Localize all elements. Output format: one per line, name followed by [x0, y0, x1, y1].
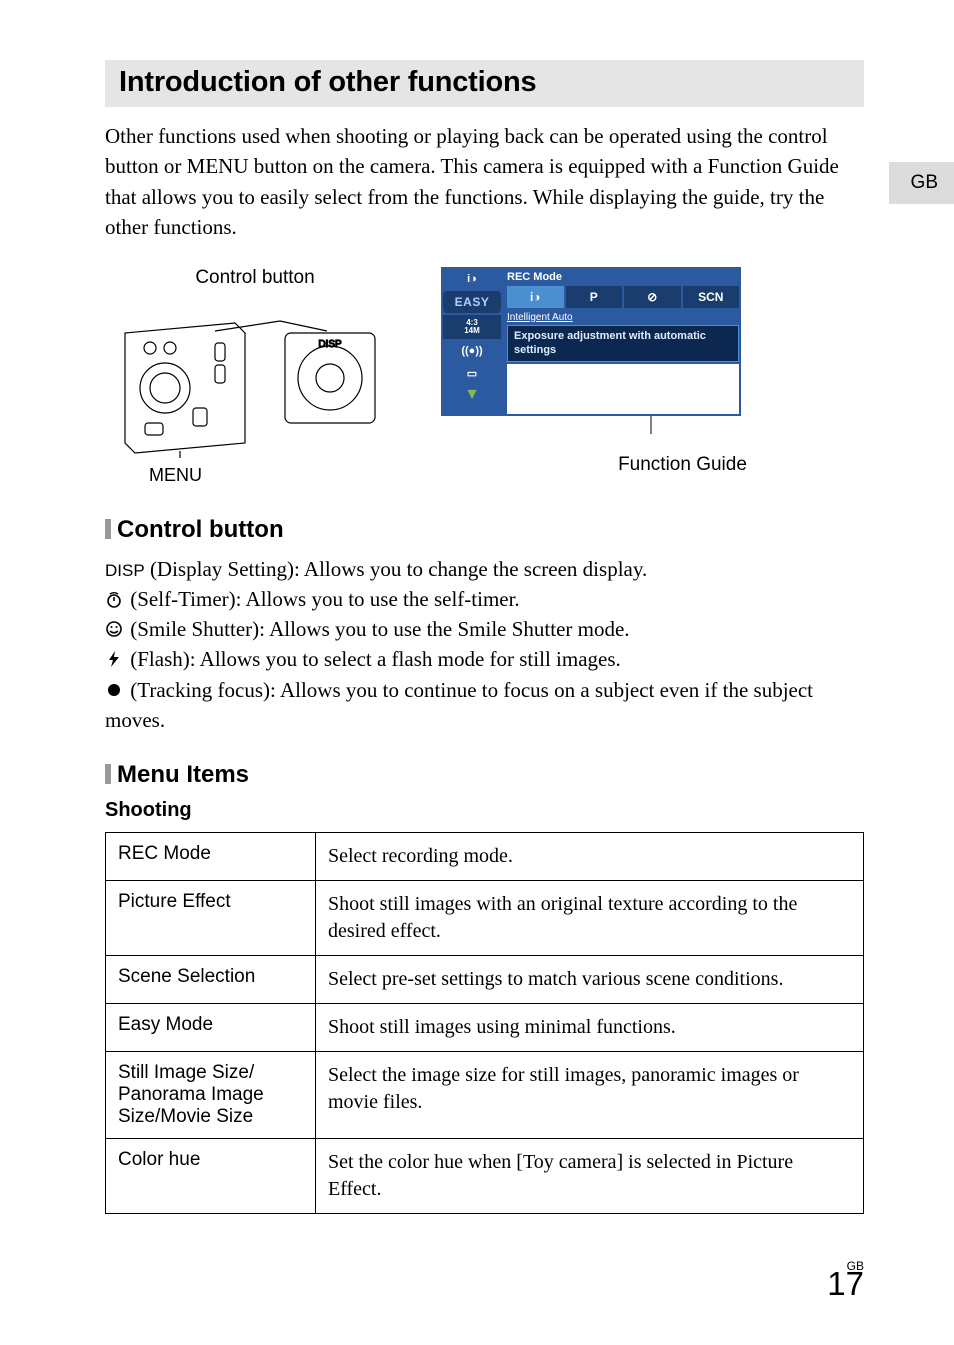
smile-shutter-icon: [105, 620, 123, 638]
table-row: Color hueSet the color hue when [Toy cam…: [106, 1139, 864, 1214]
table-row: Scene SelectionSelect pre-set settings t…: [106, 956, 864, 1004]
side-ratio-icon: 4:314M: [443, 315, 501, 339]
table-row: Picture EffectShoot still images with an…: [106, 881, 864, 956]
cell-desc: Select the image size for still images, …: [316, 1052, 864, 1139]
intro-paragraph: Other functions used when shooting or pl…: [105, 121, 864, 243]
figure-camera: Control button: [105, 267, 405, 486]
cell-name: Easy Mode: [106, 1004, 316, 1052]
flash-line: (Flash): Allows you to select a flash mo…: [105, 644, 864, 674]
menu-table: REC ModeSelect recording mode. Picture E…: [105, 832, 864, 1214]
function-guide-label: Function Guide: [501, 454, 864, 476]
timer-line: (Self-Timer): Allows you to use the self…: [105, 584, 864, 614]
table-row: Easy ModeShoot still images using minima…: [106, 1004, 864, 1052]
flash-icon: [105, 650, 123, 668]
cell-desc: Set the color hue when [Toy camera] is s…: [316, 1139, 864, 1214]
cell-name: REC Mode: [106, 833, 316, 881]
side-easy-icon: EASY: [443, 291, 501, 313]
mode-noflash-icon: ⊘: [624, 286, 681, 308]
mode-row: i◑ P ⊘ SCN: [507, 286, 739, 308]
smile-line: (Smile Shutter): Allows you to use the S…: [105, 614, 864, 644]
menu-label: MENU: [149, 465, 405, 486]
cell-name: Still Image Size/ Panorama Image Size/Mo…: [106, 1052, 316, 1139]
side-single-icon: ▭: [443, 363, 501, 384]
mode-iauto-icon: i◑: [507, 286, 564, 308]
shooting-heading: Shooting: [105, 799, 864, 822]
figure-row: Control button: [105, 267, 864, 486]
cell-desc: Select recording mode.: [316, 833, 864, 881]
function-guide-text: Exposure adjustment with automatic setti…: [507, 325, 739, 363]
table-row: REC ModeSelect recording mode.: [106, 833, 864, 881]
self-timer-icon: [105, 590, 123, 608]
cell-name: Color hue: [106, 1139, 316, 1214]
heading-marker-icon: [105, 764, 111, 784]
rec-mode-title: REC Mode: [507, 269, 739, 286]
disp-label: DISP: [105, 561, 145, 580]
mode-p: P: [566, 286, 623, 308]
control-button-label: Control button: [105, 267, 405, 289]
mode-scn: SCN: [683, 286, 740, 308]
blank-area: [507, 364, 739, 414]
menu-items-heading: Menu Items: [105, 761, 864, 789]
page-number: GB 17: [827, 1261, 864, 1299]
title-bar: Introduction of other functions: [105, 60, 864, 107]
tracking-focus-icon: [105, 681, 123, 699]
figure-screen: i◑ EASY 4:314M ((●)) ▭ ▼ REC Mode i◑ P ⊘: [441, 267, 864, 486]
callout-line: [503, 416, 803, 436]
disp-line: DISP (Display Setting): Allows you to ch…: [105, 554, 864, 584]
cell-name: Scene Selection: [106, 956, 316, 1004]
menu-items-section: Menu Items Shooting REC ModeSelect recor…: [105, 761, 864, 1214]
cell-desc: Shoot still images with an original text…: [316, 881, 864, 956]
camera-diagram: DISP: [115, 293, 395, 458]
cell-desc: Shoot still images using minimal functio…: [316, 1004, 864, 1052]
rec-mode-screen: i◑ EASY 4:314M ((●)) ▭ ▼ REC Mode i◑ P ⊘: [441, 267, 741, 417]
intelligent-auto-label: Intelligent Auto: [507, 310, 739, 325]
svg-text:DISP: DISP: [318, 339, 342, 350]
table-row: Still Image Size/ Panorama Image Size/Mo…: [106, 1052, 864, 1139]
cell-desc: Select pre-set settings to match various…: [316, 956, 864, 1004]
heading-marker-icon: [105, 519, 111, 539]
side-steady-icon: ((●)): [443, 341, 501, 361]
page: Introduction of other functions Other fu…: [0, 0, 954, 1254]
side-iauto-icon: i◑: [443, 269, 501, 289]
cell-name: Picture Effect: [106, 881, 316, 956]
page-num-value: 17: [827, 1265, 864, 1302]
side-down-arrow-icon: ▼: [443, 386, 501, 404]
tracking-line: (Tracking focus): Allows you to continue…: [105, 675, 864, 735]
language-tab: GB: [889, 162, 954, 204]
control-button-section: Control button DISP (Display Setting): A…: [105, 516, 864, 735]
control-button-heading: Control button: [105, 516, 864, 544]
page-title: Introduction of other functions: [119, 66, 850, 99]
